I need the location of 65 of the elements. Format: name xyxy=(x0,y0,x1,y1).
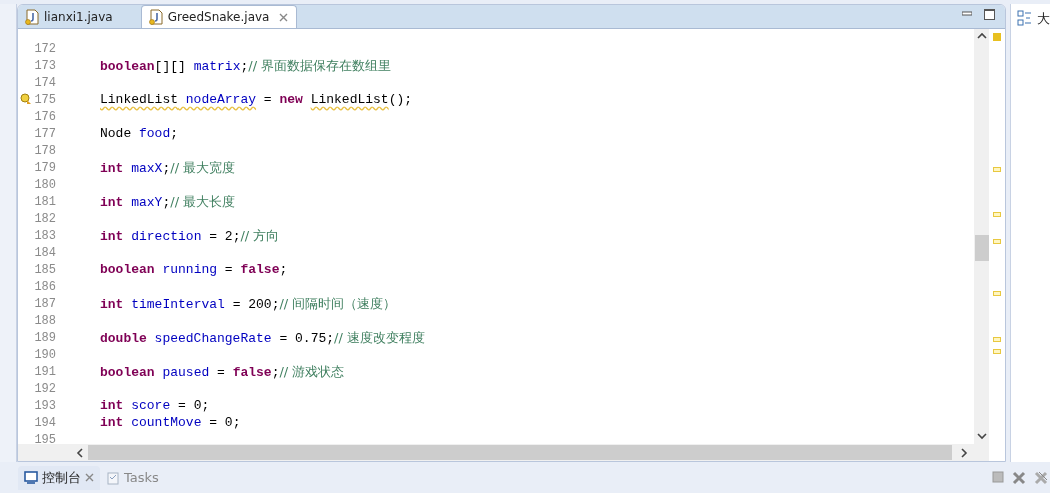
console-icon xyxy=(24,470,38,485)
line-number: 173 xyxy=(34,58,56,73)
editor-tab[interactable]: lianxi1.java xyxy=(18,6,121,28)
line-number: 185 xyxy=(34,262,56,277)
code-line: Node food; xyxy=(99,126,179,141)
code-line: int direction = 2;// 方向 xyxy=(99,226,280,245)
warning-marker[interactable] xyxy=(993,291,1001,296)
warning-marker[interactable] xyxy=(993,212,1001,217)
code-line: LinkedList nodeArray = new LinkedList(); xyxy=(99,92,413,107)
scroll-up-icon[interactable] xyxy=(976,32,987,40)
line-number: 194 xyxy=(34,415,56,430)
close-icon[interactable] xyxy=(279,12,289,22)
line-number: 176 xyxy=(34,109,56,124)
warning-marker[interactable] xyxy=(993,337,1001,342)
overview-warning-icon xyxy=(993,33,1001,41)
line-number: 179 xyxy=(34,160,56,175)
minimize-icon[interactable] xyxy=(962,9,972,19)
outline-tab[interactable]: 大 xyxy=(1037,10,1050,28)
code-line: boolean[][] matrix;// 界面数据保存在数组里 xyxy=(99,56,392,75)
line-number: 191 xyxy=(34,364,56,379)
code-line: int timeInterval = 200;// 间隔时间（速度） xyxy=(99,294,397,313)
outline-icon xyxy=(1017,10,1033,26)
line-number: 174 xyxy=(34,75,56,90)
line-number: 177 xyxy=(34,126,56,141)
scroll-down-icon[interactable] xyxy=(976,432,987,440)
maximize-icon[interactable] xyxy=(984,9,995,20)
line-number: 172 xyxy=(34,41,56,56)
code-line: int maxX;// 最大宽度 xyxy=(99,158,236,177)
line-number: 182 xyxy=(34,211,56,226)
editor-tab[interactable]: GreedSnake.java xyxy=(140,5,298,28)
tasks-icon xyxy=(106,470,120,485)
code-line: int countMove = 0; xyxy=(99,415,241,430)
panel-tab[interactable]: 控制台 xyxy=(18,465,100,490)
warning-marker[interactable] xyxy=(993,349,1001,354)
line-number: 186 xyxy=(34,279,56,294)
line-number: 187 xyxy=(34,296,56,311)
remove-all-icon[interactable] xyxy=(1034,470,1048,485)
scroll-left-icon[interactable] xyxy=(76,447,84,458)
code-line: boolean running = false; xyxy=(99,262,288,277)
java-file-icon xyxy=(24,9,40,25)
code-line: int score = 0; xyxy=(99,398,210,413)
line-number: 193 xyxy=(34,398,56,413)
code-line: int maxY;// 最大长度 xyxy=(99,192,236,211)
line-number: 190 xyxy=(34,347,56,362)
close-icon[interactable] xyxy=(85,473,94,482)
line-number: 195 xyxy=(34,432,56,444)
scrollbar-thumb[interactable] xyxy=(88,445,952,460)
code-line: double speedChangeRate = 0.75;// 速度改变程度 xyxy=(99,328,425,347)
line-number: 180 xyxy=(34,177,56,192)
line-number: 178 xyxy=(34,143,56,158)
line-number: 175 xyxy=(34,92,56,107)
line-number: 184 xyxy=(34,245,56,260)
line-number: 183 xyxy=(34,228,56,243)
line-number: 189 xyxy=(34,330,56,345)
line-number: 192 xyxy=(34,381,56,396)
code-line: boolean paused = false;// 游戏状态 xyxy=(99,362,345,381)
remove-icon[interactable] xyxy=(1012,470,1026,485)
warning-marker[interactable] xyxy=(993,167,1001,172)
scrollbar-thumb[interactable] xyxy=(975,235,989,261)
stop-icon[interactable] xyxy=(992,470,1004,483)
scroll-right-icon[interactable] xyxy=(960,447,968,458)
line-number: 181 xyxy=(34,194,56,209)
warning-marker[interactable] xyxy=(993,239,1001,244)
line-number: 188 xyxy=(34,313,56,328)
java-file-icon xyxy=(147,9,164,25)
